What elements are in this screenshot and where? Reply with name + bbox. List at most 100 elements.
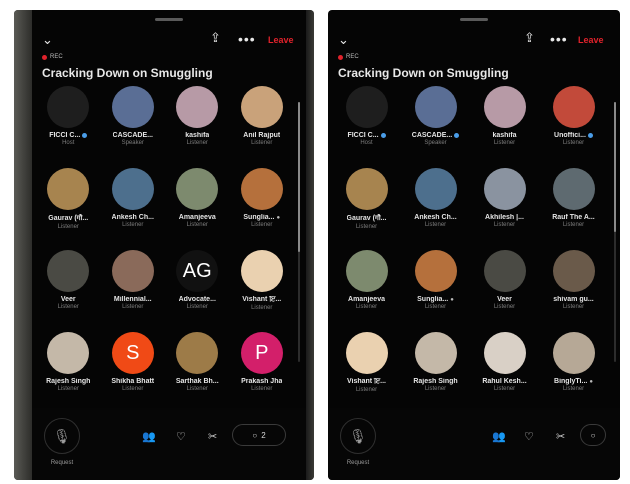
participant-card[interactable]: Rauf The A... Listener <box>539 168 608 242</box>
avatar[interactable] <box>47 332 90 374</box>
avatar[interactable] <box>483 168 526 210</box>
share-icon[interactable]: ⇪ <box>210 30 221 46</box>
participant-card[interactable]: FICCI C... Host <box>36 86 101 160</box>
avatar[interactable] <box>414 86 457 128</box>
avatar[interactable] <box>345 86 388 128</box>
participant-card[interactable]: Vishant ਇ... Listener <box>332 332 401 406</box>
more-options-button[interactable]: ••• <box>238 31 256 47</box>
participant-card[interactable]: Gaurav (गौ... Listener <box>36 168 101 242</box>
avatar[interactable] <box>111 168 154 210</box>
avatar[interactable] <box>176 332 219 374</box>
scrollbar-thumb[interactable] <box>614 102 616 232</box>
participant-card[interactable]: Sunglia... ● Listener <box>230 168 295 242</box>
avatar[interactable] <box>414 332 457 374</box>
rec-label: REC <box>346 54 359 60</box>
avatar[interactable] <box>47 86 90 128</box>
request-mic-button[interactable]: 🎙 <box>340 418 376 454</box>
chevron-down-icon[interactable]: ⌄ <box>338 32 349 48</box>
participant-card[interactable]: kashifa Listener <box>470 86 539 160</box>
avatar[interactable] <box>176 168 219 210</box>
avatar[interactable] <box>552 250 595 292</box>
participant-card[interactable]: AG Advocate... Listener <box>165 250 230 324</box>
avatar[interactable] <box>47 250 90 292</box>
leave-button[interactable]: Leave <box>268 32 294 48</box>
avatar[interactable] <box>483 250 526 292</box>
avatar[interactable] <box>552 168 595 210</box>
avatar[interactable]: S <box>111 332 154 374</box>
avatar[interactable] <box>345 250 388 292</box>
participant-card[interactable]: Gaurav (गौ... Listener <box>332 168 401 242</box>
share-icon[interactable]: ⇪ <box>524 30 535 46</box>
participant-card[interactable]: Rajesh Singh Listener <box>401 332 470 406</box>
participant-card[interactable]: CASCADE... Speaker <box>101 86 166 160</box>
avatar[interactable] <box>552 86 595 128</box>
avatar[interactable]: AG <box>176 250 219 292</box>
clip-icon[interactable]: ✂ <box>208 430 217 443</box>
avatar[interactable] <box>176 86 219 128</box>
avatar[interactable] <box>552 332 595 374</box>
participant-card[interactable]: Millennial... Listener <box>101 250 166 324</box>
avatar[interactable] <box>414 168 457 210</box>
participant-card[interactable]: Unoffici... Listener <box>539 86 608 160</box>
participant-card[interactable]: Ankesh Ch... Listener <box>101 168 166 242</box>
participant-role: Listener <box>186 222 208 228</box>
avatar[interactable] <box>47 168 90 210</box>
avatar[interactable] <box>345 168 388 210</box>
request-label: Request <box>346 460 370 466</box>
avatar[interactable] <box>111 86 154 128</box>
comments-button[interactable]: ○ <box>580 424 606 446</box>
participant-card[interactable]: Amanjeeva Listener <box>165 168 230 242</box>
avatar[interactable] <box>240 86 283 128</box>
participant-card[interactable]: Veer Listener <box>470 250 539 324</box>
avatar[interactable] <box>111 250 154 292</box>
participant-name-row: Akhilesh |... <box>485 214 524 221</box>
participant-grid: FICCI C... Host CASCADE... Speaker kashifa Li… <box>332 86 608 406</box>
people-icon[interactable]: 👥 <box>142 430 156 443</box>
avatar[interactable]: P <box>240 332 283 374</box>
participant-card[interactable]: BinglyTi... ● Listener <box>539 332 608 406</box>
avatar[interactable] <box>240 250 283 292</box>
heart-icon[interactable]: ♡ <box>524 430 534 443</box>
clip-icon[interactable]: ✂ <box>556 430 565 443</box>
participant-card[interactable]: Rahul Kesh... Listener <box>470 332 539 406</box>
participant-name: Prakash Jha <box>241 378 283 385</box>
participant-card[interactable]: P Prakash Jha Listener <box>230 332 295 406</box>
participant-card[interactable]: Akhilesh |... Listener <box>470 168 539 242</box>
participant-card[interactable]: Anil Rajput Listener <box>230 86 295 160</box>
drag-handle[interactable] <box>460 18 488 21</box>
participant-card[interactable]: S Shikha Bhatt Listener <box>101 332 166 406</box>
scrollbar[interactable] <box>298 102 300 362</box>
heart-icon[interactable]: ♡ <box>176 430 186 443</box>
avatar[interactable] <box>240 168 283 210</box>
more-options-button[interactable]: ••• <box>550 31 568 47</box>
comments-button[interactable]: ○ 2 <box>232 424 286 446</box>
participant-card[interactable]: Vishant ਇ... Listener <box>230 250 295 324</box>
participant-name-row: Amanjeeva <box>179 214 216 221</box>
muted-mic-icon: ● <box>589 378 593 385</box>
leave-button[interactable]: Leave <box>578 32 604 48</box>
request-mic-button[interactable]: 🎙 <box>44 418 80 454</box>
participant-card[interactable]: Sarthak Bh... Listener <box>165 332 230 406</box>
people-icon[interactable]: 👥 <box>492 430 506 443</box>
participant-card[interactable]: Sunglia... ● Listener <box>401 250 470 324</box>
drag-handle[interactable] <box>155 18 183 21</box>
chevron-down-icon[interactable]: ⌄ <box>42 32 53 48</box>
participant-card[interactable]: FICCI C... Host <box>332 86 401 160</box>
participant-card[interactable]: Veer Listener <box>36 250 101 324</box>
participant-card[interactable]: shivam gu... Listener <box>539 250 608 324</box>
participant-card[interactable]: Rajesh Singh Listener <box>36 332 101 406</box>
scrollbar[interactable] <box>614 102 616 362</box>
avatar[interactable] <box>414 250 457 292</box>
participant-card[interactable]: kashifa Listener <box>165 86 230 160</box>
participant-role: Listener <box>186 304 208 310</box>
participant-name-row: Rauf The A... <box>552 214 595 221</box>
participant-name-row: Veer <box>497 296 512 303</box>
participant-card[interactable]: Amanjeeva Listener <box>332 250 401 324</box>
avatar[interactable] <box>483 332 526 374</box>
avatar[interactable] <box>483 86 526 128</box>
scrollbar-thumb[interactable] <box>298 102 300 252</box>
participant-card[interactable]: CASCADE... Speaker <box>401 86 470 160</box>
avatar[interactable] <box>345 332 388 374</box>
participant-card[interactable]: Ankesh Ch... Listener <box>401 168 470 242</box>
participant-role: Listener <box>562 140 585 146</box>
